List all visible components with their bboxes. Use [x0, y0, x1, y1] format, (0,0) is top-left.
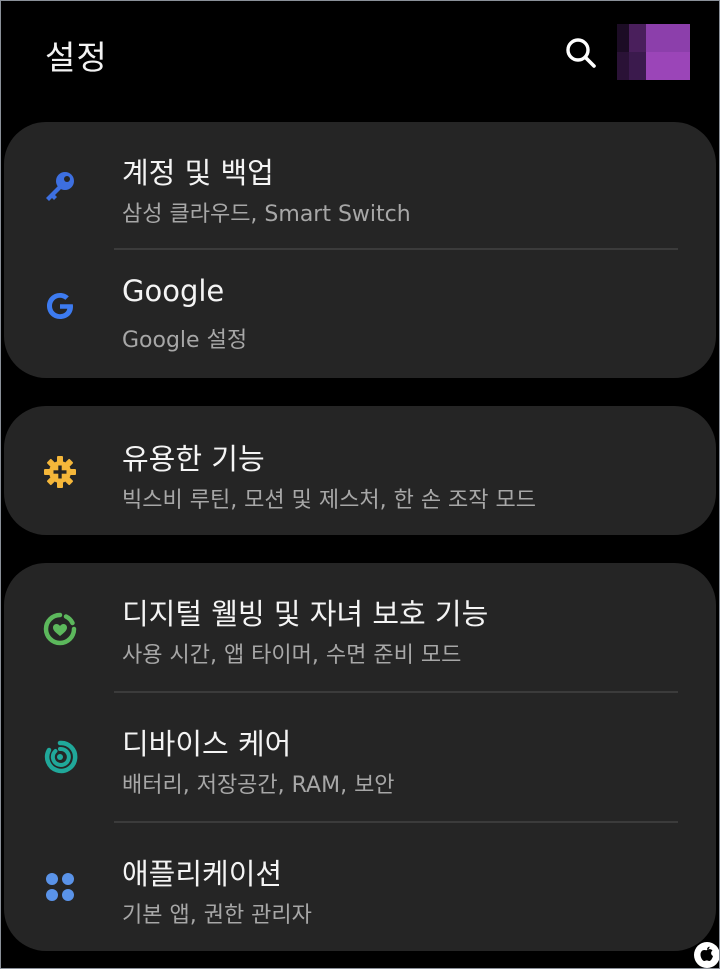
- item-title: 디지털 웰빙 및 자녀 보호 기능: [122, 597, 489, 631]
- item-title: 디바이스 케어: [122, 727, 292, 761]
- search-icon: [566, 38, 596, 68]
- item-subtitle: 사용 시간, 앱 타이머, 수면 준비 모드: [122, 643, 462, 668]
- gear-plus-icon: [44, 456, 76, 488]
- item-subtitle: 기본 앱, 권한 관리자: [122, 903, 312, 928]
- search-button[interactable]: [561, 33, 601, 73]
- google-g-icon: [47, 293, 73, 319]
- settings-group-accounts: 계정 및 백업 삼성 클라우드, Smart Switch Google Goo…: [4, 122, 716, 378]
- settings-item-advanced-features[interactable]: 유용한 기능 빅스비 루틴, 모션 및 제스처, 한 손 조작 모드: [4, 406, 716, 534]
- item-title: 계정 및 백업: [122, 156, 274, 190]
- settings-item-google[interactable]: Google Google 설정: [4, 250, 716, 378]
- settings-screen: 설정 계정 및 백업 삼성 클라우드, Smart Switch Google …: [0, 0, 720, 969]
- apple-logo-icon: [694, 942, 719, 968]
- item-subtitle: 빅스비 루틴, 모션 및 제스처, 한 손 조작 모드: [122, 488, 537, 513]
- item-title: Google: [122, 274, 225, 308]
- item-subtitle: 배터리, 저장공간, RAM, 보안: [122, 773, 395, 798]
- device-care-icon: [44, 740, 78, 774]
- page-title: 설정: [45, 38, 108, 77]
- item-subtitle: Google 설정: [122, 328, 248, 353]
- settings-group-advanced: 유용한 기능 빅스비 루틴, 모션 및 제스처, 한 손 조작 모드: [4, 406, 716, 535]
- apps-grid-icon: [46, 873, 74, 901]
- settings-item-digital-wellbeing[interactable]: 디지털 웰빙 및 자녀 보호 기능 사용 시간, 앱 타이머, 수면 준비 모드: [4, 563, 716, 691]
- item-subtitle: 삼성 클라우드, Smart Switch: [122, 202, 411, 227]
- settings-item-device-care[interactable]: 디바이스 케어 배터리, 저장공간, RAM, 보안: [4, 693, 716, 821]
- digital-wellbeing-icon: [43, 612, 77, 646]
- settings-item-applications[interactable]: 애플리케이션 기본 앱, 권한 관리자: [4, 823, 716, 951]
- app-header: 설정: [1, 1, 719, 111]
- settings-group-device: 디지털 웰빙 및 자녀 보호 기능 사용 시간, 앱 타이머, 수면 준비 모드…: [4, 563, 716, 951]
- item-title: 애플리케이션: [122, 857, 283, 891]
- item-title: 유용한 기능: [122, 442, 265, 476]
- key-icon: [46, 172, 74, 201]
- profile-avatar[interactable]: [617, 24, 690, 80]
- settings-item-accounts-backup[interactable]: 계정 및 백업 삼성 클라우드, Smart Switch: [4, 122, 716, 250]
